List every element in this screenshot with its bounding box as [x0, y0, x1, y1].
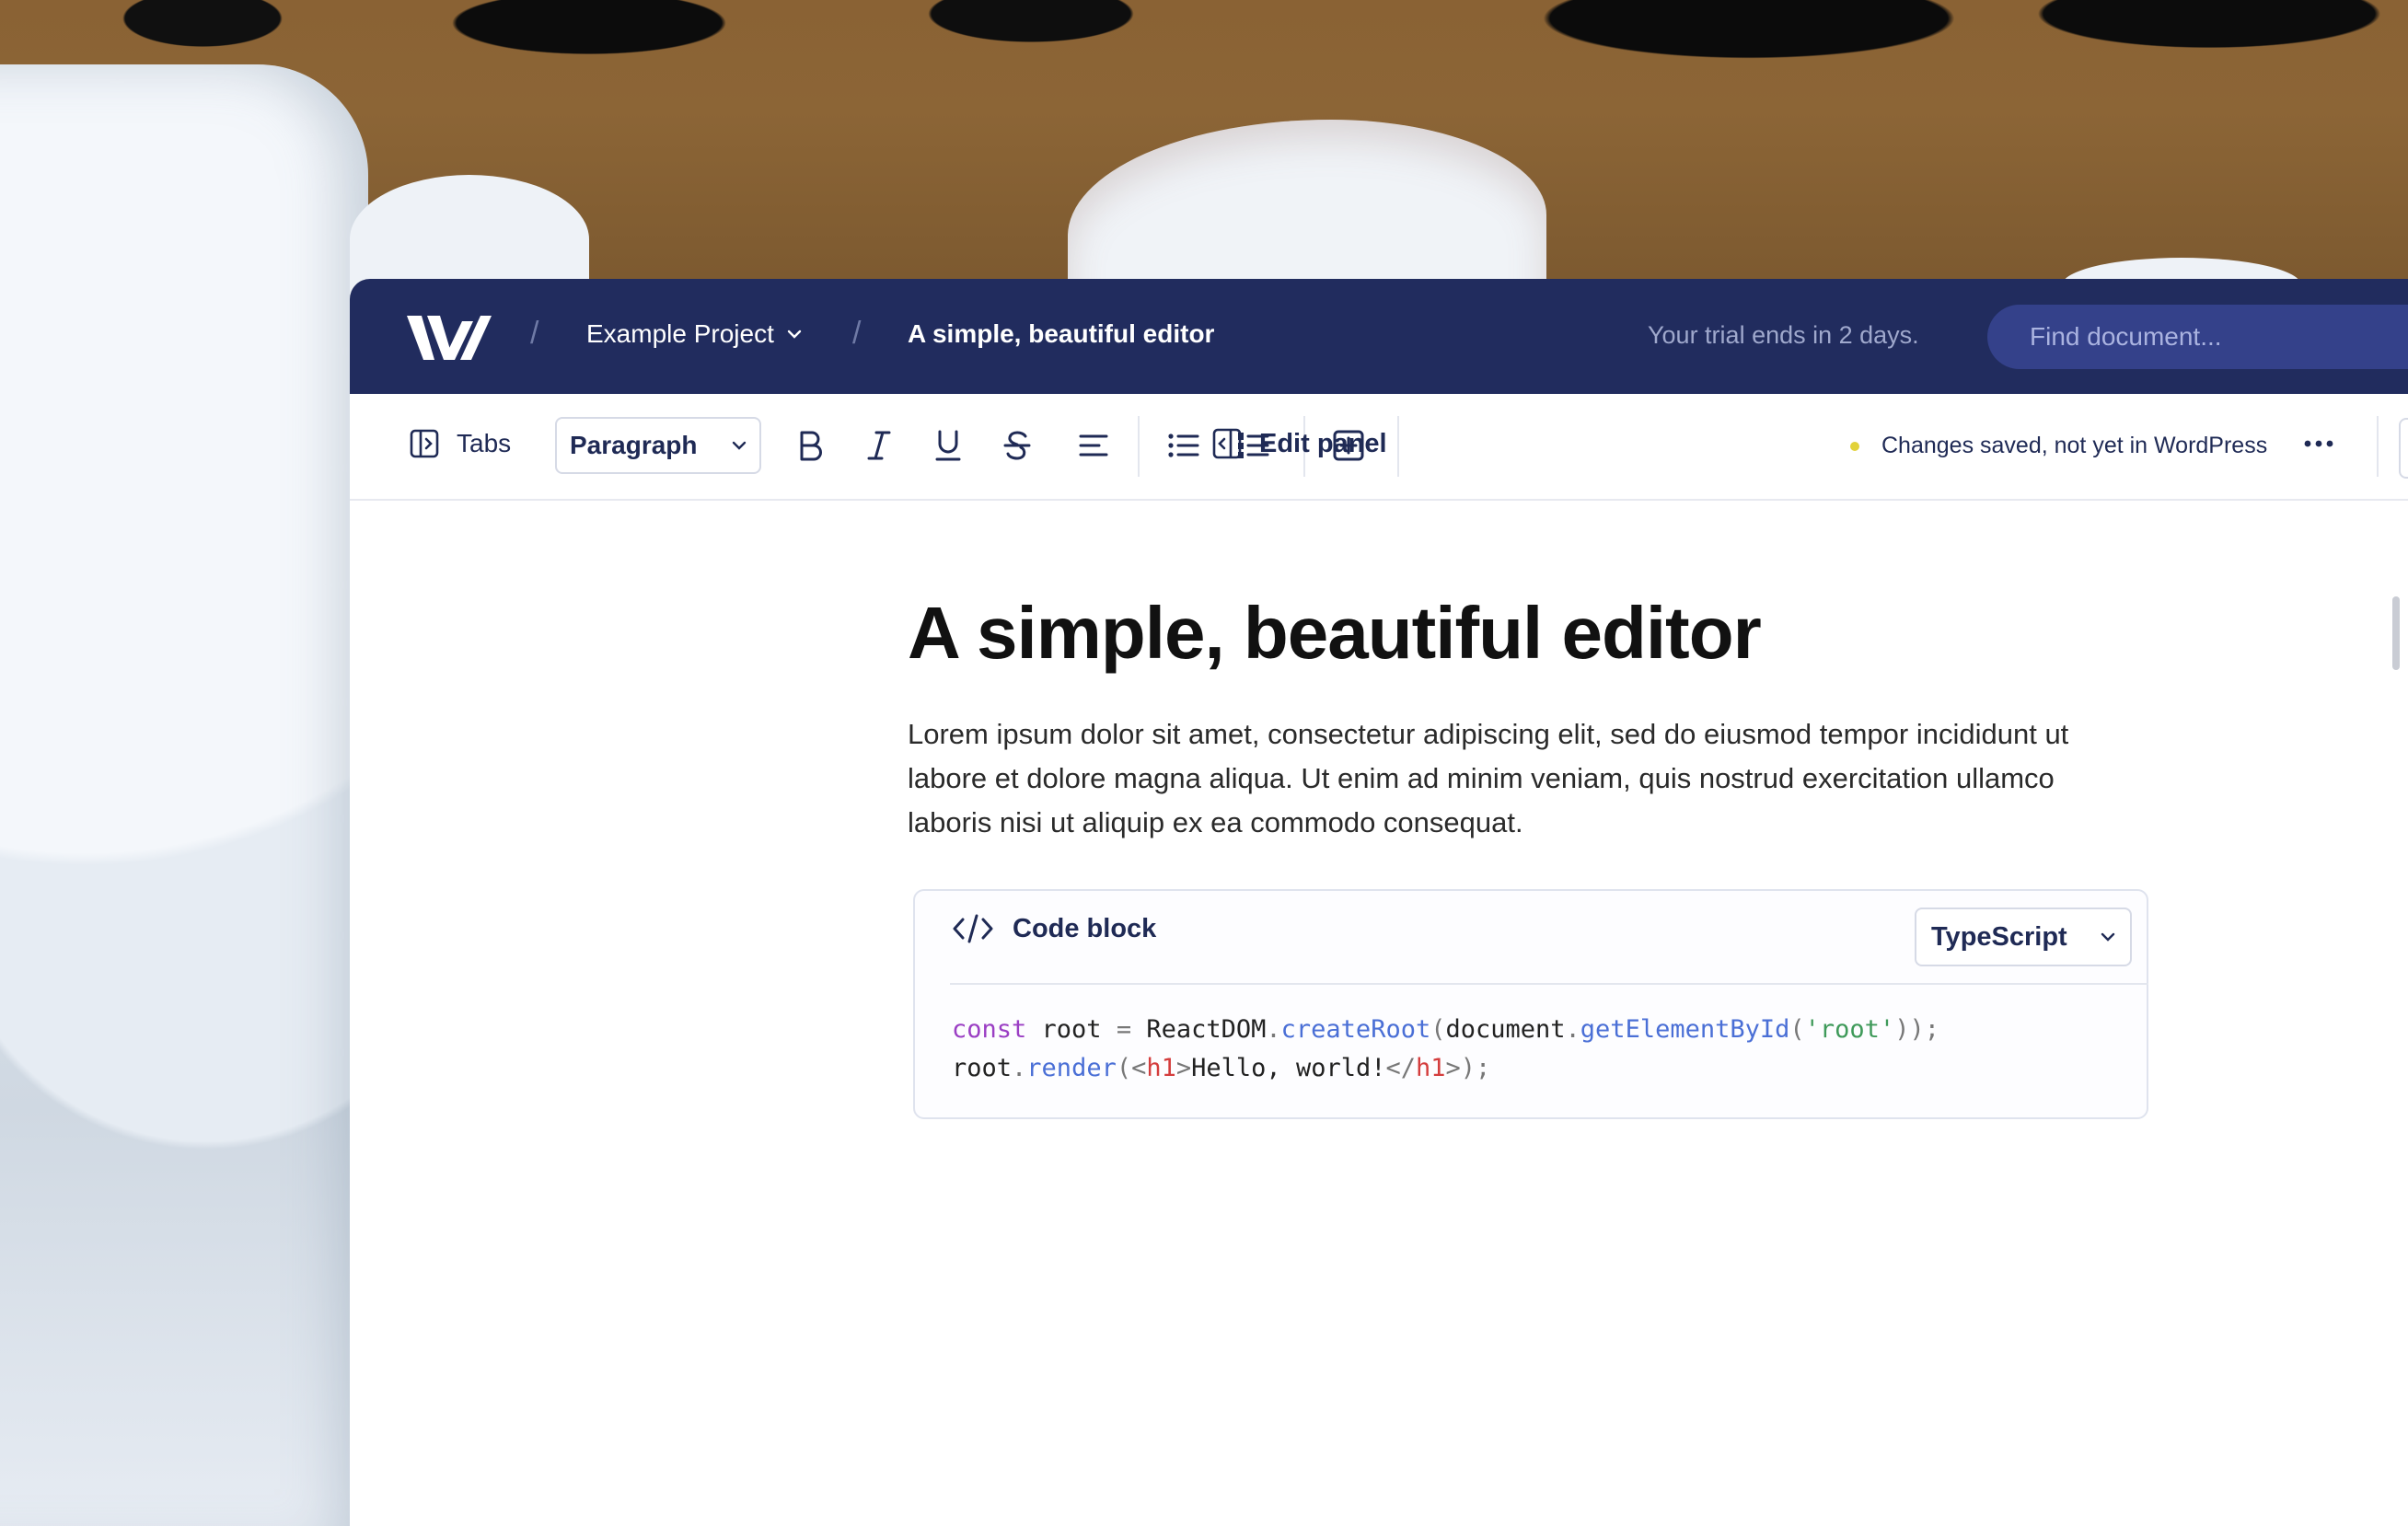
language-value: TypeScript	[1931, 921, 2067, 952]
toolbar-divider	[2377, 416, 2379, 477]
document-heading[interactable]: A simple, beautiful editor	[908, 591, 1762, 676]
logo-icon[interactable]	[407, 314, 492, 362]
chevron-down-icon	[787, 329, 802, 339]
italic-icon[interactable]	[863, 429, 895, 462]
align-left-icon[interactable]	[1077, 429, 1110, 462]
document-paragraph[interactable]: Lorem ipsum dolor sit amet, consectetur …	[908, 712, 2104, 845]
code-block-divider	[950, 983, 2148, 985]
document-canvas[interactable]: A simple, beautiful editor Lorem ipsum d…	[350, 499, 2408, 1526]
bullet-list-icon[interactable]	[1166, 429, 1201, 462]
code-block[interactable]: Code block TypeScript const root = React…	[913, 889, 2148, 1119]
chevron-down-icon	[732, 441, 747, 450]
breadcrumb-separator: /	[852, 316, 862, 351]
editor-window: / Example Project / A simple, beautiful …	[350, 279, 2408, 1526]
chevron-down-icon	[2101, 932, 2115, 942]
project-name: Example Project	[586, 319, 774, 348]
panel-toggle-icon	[1211, 427, 1243, 460]
code-block-title: Code block	[1013, 913, 1157, 943]
underline-icon[interactable]	[932, 429, 964, 462]
toolbar-divider	[1397, 416, 1399, 477]
save-status: Changes saved, not yet in WordPress	[1850, 433, 2267, 459]
edit-panel-button[interactable]: Edit panel	[1211, 427, 1387, 460]
dark-rocks	[0, 0, 2408, 64]
breadcrumb-project[interactable]: Example Project	[586, 319, 802, 349]
status-indicator	[1850, 441, 1859, 451]
bold-icon[interactable]	[794, 429, 826, 462]
status-text: Changes saved, not yet in WordPress	[1881, 433, 2268, 458]
breadcrumb-document[interactable]: A simple, beautiful editor	[908, 319, 1214, 349]
tabs-label: Tabs	[457, 429, 512, 457]
edit-panel-label: Edit panel	[1259, 428, 1387, 458]
toolbar-overflow-button[interactable]	[2399, 418, 2408, 479]
trial-notice: Your trial ends in 2 days.	[1648, 321, 1919, 349]
tabs-button[interactable]: Tabs	[409, 428, 511, 459]
code-icon	[953, 914, 993, 943]
language-select[interactable]: TypeScript	[1915, 908, 2132, 966]
scrollbar-thumb[interactable]	[2392, 596, 2400, 670]
code-block-header: Code block	[952, 913, 1156, 944]
code-line-1: const root = ReactDOM.createRoot(documen…	[952, 1015, 1939, 1044]
toolbar-divider	[1138, 416, 1140, 477]
more-options-icon[interactable]	[2300, 427, 2337, 460]
wave-foam	[0, 64, 368, 1526]
top-navigation-bar: / Example Project / A simple, beautiful …	[350, 279, 2408, 394]
code-line-2: root.render(<h1>Hello, world!</h1>);	[952, 1054, 1491, 1082]
editor-toolbar: Tabs Paragraph Edit panel Changes saved,…	[350, 394, 2408, 501]
search-input[interactable]	[1987, 305, 2408, 369]
block-type-value: Paragraph	[570, 431, 698, 459]
breadcrumb-separator: /	[530, 316, 539, 351]
strikethrough-icon[interactable]	[1001, 429, 1033, 462]
code-content[interactable]: const root = ReactDOM.createRoot(documen…	[952, 1011, 1939, 1088]
sidebar-toggle-icon	[409, 428, 440, 459]
block-type-select[interactable]: Paragraph	[555, 417, 761, 474]
